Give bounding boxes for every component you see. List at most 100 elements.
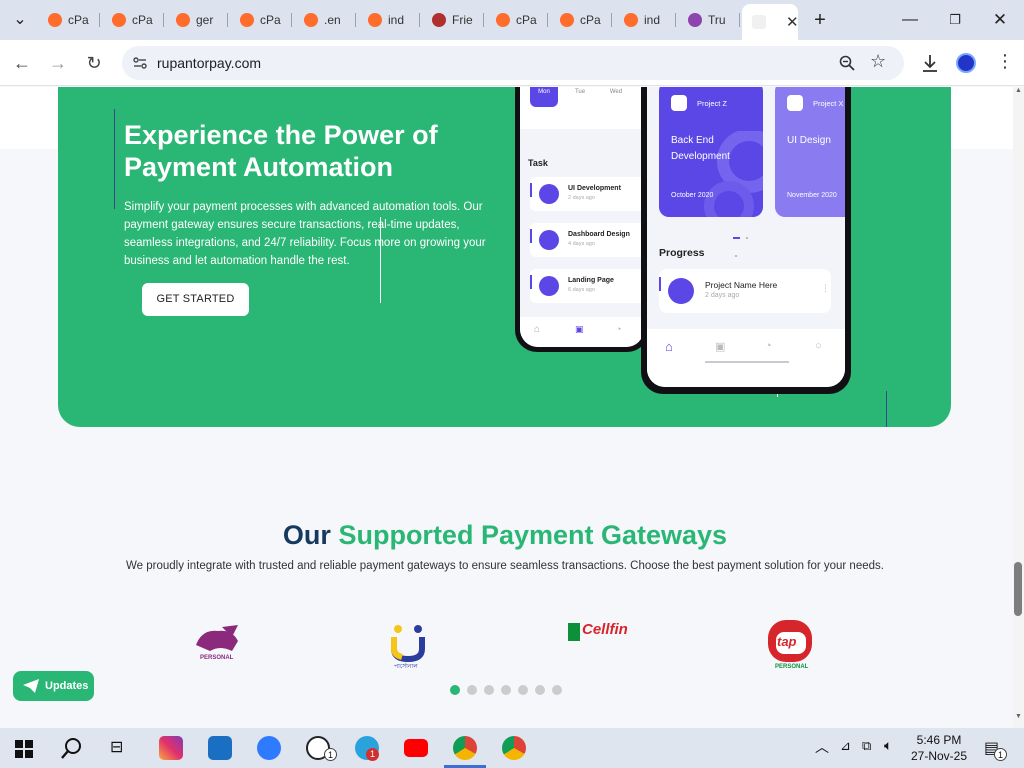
search-icon[interactable] bbox=[61, 737, 83, 759]
scrollbar-thumb[interactable] bbox=[1014, 562, 1022, 616]
cpanel-icon bbox=[496, 13, 510, 27]
tab-search-icon[interactable]: ⌄ bbox=[8, 8, 32, 32]
carousel-dot[interactable] bbox=[450, 685, 460, 695]
upay-caption: পার্সোনাল bbox=[394, 664, 418, 670]
scroll-down-icon[interactable]: ▼ bbox=[1015, 713, 1022, 720]
windows-start-icon[interactable] bbox=[15, 740, 33, 758]
scroll-up-icon[interactable]: ▲ bbox=[1015, 87, 1022, 94]
day-name: Tue bbox=[574, 89, 586, 95]
tab-separator bbox=[163, 13, 164, 27]
rocket-logo[interactable]: PERSONAL bbox=[192, 623, 244, 665]
browser-tab[interactable]: ind bbox=[614, 6, 676, 34]
task-title: Dashboard Design bbox=[568, 231, 630, 238]
tab-separator bbox=[99, 13, 100, 27]
desktop-app-icon[interactable] bbox=[208, 736, 232, 760]
telegram-badge: 1 bbox=[366, 748, 379, 761]
system-clock[interactable]: 5:46 PM 27-Nov-25 bbox=[904, 732, 974, 764]
display-icon[interactable]: ⧉ bbox=[862, 738, 871, 754]
cpanel-icon bbox=[48, 13, 62, 27]
speaker-icon[interactable]: 🔈︎ bbox=[884, 737, 892, 754]
chrome-profile-icon[interactable] bbox=[502, 736, 526, 760]
carousel-dot[interactable] bbox=[467, 685, 477, 695]
get-started-button[interactable]: GET STARTED bbox=[142, 283, 249, 316]
forward-arrow-icon[interactable]: → bbox=[46, 51, 70, 75]
day-chip: 12Wed bbox=[602, 87, 630, 107]
chrome-icon[interactable] bbox=[453, 736, 477, 760]
task-view-icon[interactable]: ⊟ bbox=[110, 737, 123, 757]
phone-screen: 10Mon 11Tue 12Wed Task UI Development 2 day… bbox=[520, 87, 644, 347]
browser-tab[interactable]: Tru bbox=[678, 6, 740, 34]
browser-tab[interactable]: cPa bbox=[230, 6, 292, 34]
cpanel-icon bbox=[624, 13, 638, 27]
reload-icon[interactable]: ↻ bbox=[82, 51, 106, 75]
cpanel-icon bbox=[112, 13, 126, 27]
gateways-description: We proudly integrate with trusted and re… bbox=[126, 560, 884, 572]
site-icon bbox=[432, 13, 446, 27]
menu-kebab-icon[interactable]: ⋮ bbox=[996, 51, 1014, 72]
decor-line bbox=[886, 391, 887, 427]
tab-label: Tru bbox=[708, 13, 726, 27]
task-title: UI Development bbox=[568, 185, 621, 192]
browser-tab[interactable]: cPa bbox=[102, 6, 164, 34]
site-settings-icon[interactable] bbox=[132, 55, 148, 71]
whatsapp-badge: 1 bbox=[324, 748, 337, 761]
tab-label: cPa bbox=[132, 13, 153, 27]
network-icon[interactable]: ⊿ bbox=[840, 738, 851, 754]
phone-mockup-right: Project Z Back End Development October 2… bbox=[641, 87, 851, 394]
tab-label: .en bbox=[324, 13, 341, 27]
gateways-title: Our Supported Payment Gateways bbox=[0, 520, 1010, 551]
browser-tab[interactable]: Frie bbox=[422, 6, 484, 34]
close-window-icon[interactable]: ✕ bbox=[988, 8, 1012, 32]
messenger-icon[interactable] bbox=[257, 736, 281, 760]
instagram-icon[interactable] bbox=[159, 736, 183, 760]
bookmark-star-icon[interactable]: ☆ bbox=[870, 51, 886, 72]
hero-section: Experience the Power of Payment Automati… bbox=[58, 87, 951, 427]
updates-button[interactable]: Updates bbox=[13, 671, 94, 701]
carousel-dot[interactable] bbox=[518, 685, 528, 695]
home-icon: ⌂ bbox=[665, 339, 673, 354]
task-sub: 6 days ago bbox=[568, 287, 595, 293]
more-vertical-icon: ⋮ bbox=[821, 283, 830, 293]
browser-tab[interactable]: ind bbox=[358, 6, 420, 34]
tap-logo[interactable]: tap PERSONAL bbox=[766, 618, 814, 672]
phone-mockup-left: 10Mon 11Tue 12Wed Task UI Development 2 day… bbox=[515, 87, 649, 352]
tab-close-icon[interactable]: ✕ bbox=[786, 13, 799, 31]
tab-active[interactable]: ✕ bbox=[742, 4, 799, 40]
cpanel-icon bbox=[176, 13, 190, 27]
clock-time: 5:46 PM bbox=[916, 733, 962, 747]
back-arrow-icon[interactable]: ← bbox=[10, 51, 34, 75]
browser-tab[interactable]: cPa bbox=[38, 6, 100, 34]
download-icon[interactable] bbox=[921, 54, 939, 72]
carousel-dot[interactable] bbox=[484, 685, 494, 695]
tab-label: ger bbox=[196, 13, 214, 27]
cellfin-logo[interactable]: Cellfin bbox=[568, 621, 632, 647]
browser-tab[interactable]: cPa bbox=[550, 6, 612, 34]
progress-heading: Progress bbox=[659, 247, 705, 259]
browser-tab[interactable]: cPa bbox=[486, 6, 548, 34]
tab-separator bbox=[739, 13, 740, 27]
zoom-icon[interactable] bbox=[839, 55, 855, 71]
address-bar[interactable]: rupantorpay.com ☆ bbox=[122, 46, 904, 80]
task-card: UI Development 2 days ago bbox=[530, 177, 644, 211]
browser-tab[interactable]: .en bbox=[294, 6, 356, 34]
page-scrollbar[interactable]: ▲ ▼ bbox=[1013, 87, 1024, 728]
youtube-icon[interactable] bbox=[404, 739, 428, 757]
project-title: UI Design bbox=[787, 135, 831, 146]
project-avatar-icon bbox=[671, 95, 687, 111]
carousel-dot[interactable] bbox=[501, 685, 511, 695]
restore-icon[interactable]: ❐ bbox=[943, 8, 967, 32]
tab-label: ind bbox=[644, 13, 661, 27]
clipboard-icon bbox=[539, 276, 559, 296]
profile-avatar[interactable] bbox=[956, 53, 976, 73]
browser-tab[interactable]: ger bbox=[166, 6, 228, 34]
chevron-up-icon[interactable]: ︿ bbox=[815, 737, 829, 757]
minimize-icon[interactable]: — bbox=[898, 8, 922, 32]
tap-caption: PERSONAL bbox=[775, 664, 809, 670]
project-date: November 2020 bbox=[787, 192, 837, 199]
carousel-dot[interactable] bbox=[552, 685, 562, 695]
upay-logo[interactable]: পার্সোনাল bbox=[388, 623, 428, 673]
calendar-icon: ▣ bbox=[715, 341, 726, 353]
carousel-dot[interactable] bbox=[535, 685, 545, 695]
project-date: October 2020 bbox=[671, 192, 714, 199]
new-tab-icon[interactable]: + bbox=[808, 8, 832, 32]
